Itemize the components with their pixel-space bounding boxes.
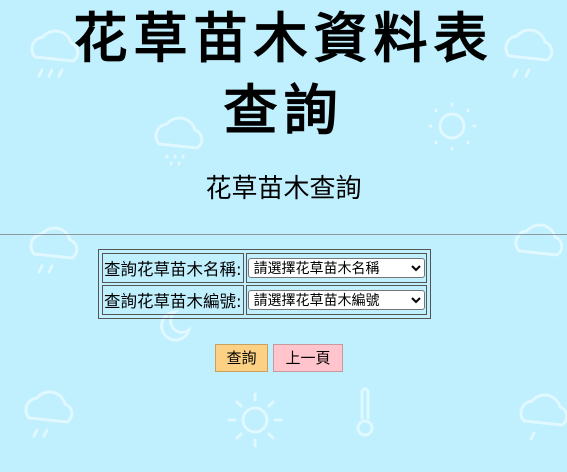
- page-title-line2: 查詢: [223, 78, 344, 142]
- chevron-down-icon: [410, 262, 421, 275]
- thermometer-icon: [356, 387, 374, 437]
- rain-cloud-icon: [519, 393, 567, 441]
- id-row: 查詢花草苗木編號: 請選擇花草苗木編號: [102, 285, 427, 315]
- divider: [0, 234, 567, 235]
- cloud-icon: [514, 223, 564, 257]
- id-select-cell: 請選擇花草苗木編號: [245, 285, 427, 315]
- page-header: 花草苗木資料表 查詢 花草苗木查詢: [0, 0, 567, 204]
- id-label: 查詢花草苗木編號:: [102, 285, 244, 315]
- name-select[interactable]: 請選擇花草苗木名稱: [247, 258, 425, 278]
- name-select-cell: 請選擇花草苗木名稱: [245, 253, 427, 283]
- id-select[interactable]: 請選擇花草苗木編號: [247, 290, 425, 310]
- page-title-line1: 花草苗木資料表: [73, 6, 494, 70]
- name-label: 查詢花草苗木名稱:: [102, 253, 244, 283]
- name-select-value: 請選擇花草苗木名稱: [253, 261, 380, 277]
- query-form-table: 查詢花草苗木名稱: 請選擇花草苗木名稱 查詢花草苗木編號: 請選擇花草苗木編號: [100, 251, 429, 317]
- id-select-value: 請選擇花草苗木編號: [253, 293, 380, 309]
- chevron-down-icon: [410, 294, 421, 307]
- name-row: 查詢花草苗木名稱: 請選擇花草苗木名稱: [102, 253, 427, 283]
- query-button[interactable]: 查詢: [215, 344, 268, 372]
- rain-cloud-icon: [24, 390, 74, 438]
- query-form: 查詢花草苗木名稱: 請選擇花草苗木名稱 查詢花草苗木編號: 請選擇花草苗木編號: [98, 249, 431, 319]
- sun-icon: [227, 392, 283, 448]
- back-button[interactable]: 上一頁: [273, 344, 343, 372]
- section-subtitle: 花草苗木查詢: [205, 174, 362, 204]
